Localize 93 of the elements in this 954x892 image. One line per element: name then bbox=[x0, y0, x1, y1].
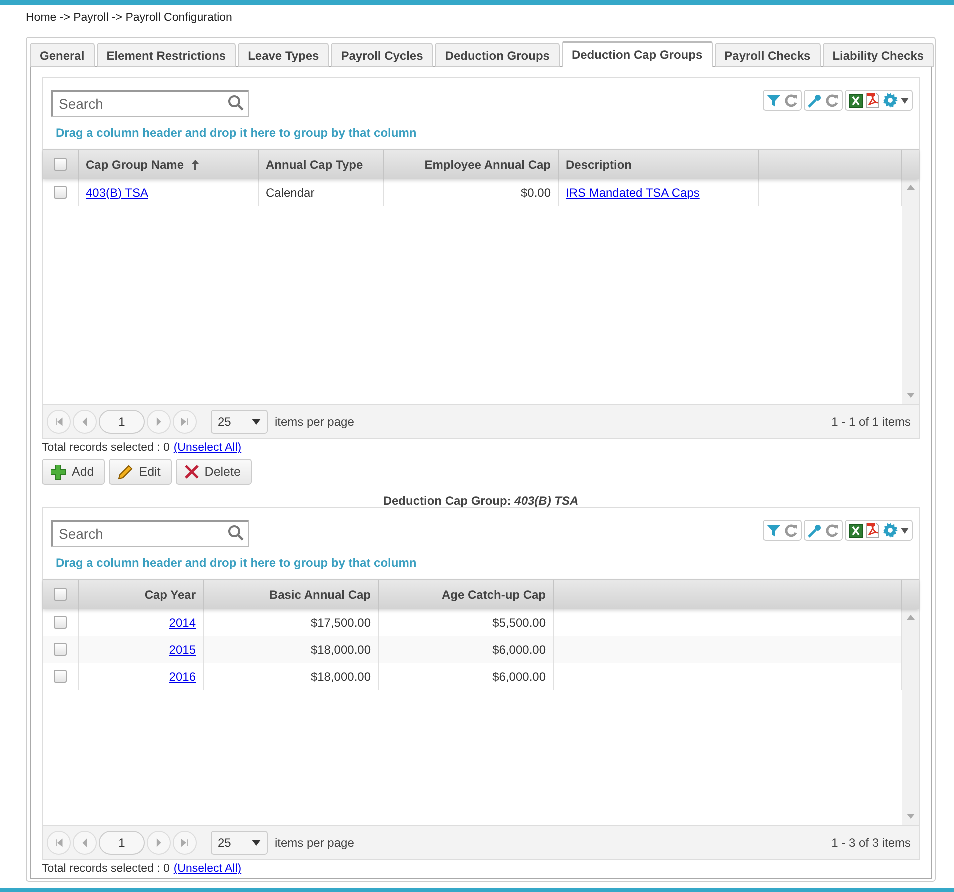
caret-icon[interactable] bbox=[901, 98, 909, 104]
page-size-dropdown[interactable]: 25 bbox=[211, 830, 268, 854]
spreadsheet-icon[interactable] bbox=[849, 94, 863, 108]
table-cell: $18,000.00 bbox=[310, 642, 371, 656]
last-page-button[interactable] bbox=[173, 410, 197, 434]
select-all-checkbox[interactable] bbox=[54, 588, 67, 601]
pdf-icon[interactable] bbox=[866, 93, 880, 108]
table-link[interactable]: IRS Mandated TSA Caps bbox=[566, 186, 700, 200]
refresh-icon[interactable] bbox=[784, 94, 798, 108]
scrollbar[interactable] bbox=[902, 609, 919, 825]
add-button[interactable]: Add bbox=[42, 459, 106, 485]
page-number-field[interactable]: 1 bbox=[99, 410, 145, 434]
cross-icon bbox=[184, 465, 199, 479]
table-link[interactable]: 2015 bbox=[169, 642, 196, 656]
last-page-icon bbox=[180, 836, 190, 848]
per-page-label: items per page bbox=[275, 414, 354, 428]
next-page-button[interactable] bbox=[147, 830, 171, 854]
delete-button[interactable]: Delete bbox=[176, 459, 252, 485]
select-all-checkbox[interactable] bbox=[54, 158, 67, 171]
table-link[interactable]: 403(B) TSA bbox=[86, 186, 148, 200]
unselect-all-link[interactable]: (Unselect All) bbox=[174, 863, 242, 880]
table-cell: $6,000.00 bbox=[492, 642, 546, 656]
search-icon bbox=[228, 525, 244, 541]
table-cell: $17,500.00 bbox=[310, 616, 371, 630]
group-hint: Drag a column header and drop it here to group by that column bbox=[55, 125, 418, 142]
tab[interactable]: Element Restrictions bbox=[96, 43, 236, 67]
group-hint: Drag a column header and drop it here to group by that column bbox=[55, 555, 418, 572]
tab[interactable]: Deduction Cap Groups bbox=[562, 41, 713, 67]
unselect-all-link[interactable]: (Unselect All) bbox=[174, 442, 242, 459]
refresh-icon[interactable] bbox=[825, 94, 839, 108]
tab[interactable]: Deduction Groups bbox=[435, 43, 560, 67]
table-link[interactable]: 2014 bbox=[169, 616, 196, 630]
table-cell: $6,000.00 bbox=[492, 670, 546, 684]
first-page-button[interactable] bbox=[47, 830, 71, 854]
refresh-icon[interactable] bbox=[784, 524, 798, 538]
previous-page-icon bbox=[80, 416, 90, 428]
table-cell: Calendar bbox=[266, 186, 315, 200]
tab[interactable]: Leave Types bbox=[238, 43, 330, 67]
table-cell: $5,500.00 bbox=[492, 616, 546, 630]
previous-page-button[interactable] bbox=[73, 830, 97, 854]
pencil-icon bbox=[118, 464, 134, 480]
tab[interactable]: Payroll Checks bbox=[714, 43, 821, 67]
scroll-up-icon[interactable] bbox=[906, 615, 914, 620]
pager-summary: 1 - 1 of 1 items bbox=[832, 414, 911, 428]
table-cell: $18,000.00 bbox=[310, 670, 371, 684]
previous-page-icon bbox=[80, 836, 90, 848]
filter-icon[interactable] bbox=[767, 94, 781, 108]
caret-icon bbox=[252, 418, 261, 424]
page-number-field[interactable]: 1 bbox=[99, 830, 145, 854]
spreadsheet-icon[interactable] bbox=[849, 524, 863, 538]
breadcrumb: Home -> Payroll -> Payroll Configuration bbox=[25, 11, 234, 26]
wrench-icon[interactable] bbox=[808, 524, 822, 538]
tab[interactable]: Payroll Cycles bbox=[331, 43, 434, 67]
scrollbar[interactable] bbox=[902, 179, 919, 404]
scroll-down-icon[interactable] bbox=[906, 814, 914, 819]
first-page-button[interactable] bbox=[47, 410, 71, 434]
wrench-icon[interactable] bbox=[808, 94, 822, 108]
first-page-icon bbox=[54, 416, 64, 428]
row-checkbox[interactable] bbox=[54, 643, 67, 656]
per-page-label: items per page bbox=[275, 836, 354, 850]
next-page-icon bbox=[154, 416, 164, 428]
first-page-icon bbox=[54, 836, 64, 848]
page-size-dropdown[interactable]: 25 bbox=[211, 410, 268, 434]
previous-page-button[interactable] bbox=[73, 410, 97, 434]
selection-count: Total records selected : 0 bbox=[42, 442, 170, 456]
tab[interactable]: General bbox=[30, 43, 95, 67]
refresh-icon[interactable] bbox=[825, 524, 839, 538]
settings-icon[interactable] bbox=[883, 523, 898, 538]
table-cell: $0.00 bbox=[520, 186, 551, 200]
tab[interactable]: Liability Checks bbox=[822, 43, 934, 67]
table-link[interactable]: 2016 bbox=[169, 670, 196, 684]
edit-button[interactable]: Edit bbox=[109, 459, 172, 485]
pdf-icon[interactable] bbox=[866, 523, 880, 538]
last-page-button[interactable] bbox=[173, 830, 197, 854]
row-checkbox[interactable] bbox=[54, 670, 67, 683]
settings-icon[interactable] bbox=[883, 93, 898, 108]
selection-count: Total records selected : 0 bbox=[42, 863, 170, 877]
next-page-icon bbox=[154, 836, 164, 848]
scroll-down-icon[interactable] bbox=[906, 393, 914, 398]
detail-title: Deduction Cap Group: 403(B) TSA bbox=[382, 493, 580, 507]
row-checkbox[interactable] bbox=[54, 186, 67, 199]
search-field[interactable]: Search bbox=[51, 90, 249, 117]
row-checkbox[interactable] bbox=[54, 616, 67, 629]
scroll-up-icon[interactable] bbox=[906, 185, 914, 190]
caret-icon bbox=[252, 840, 261, 846]
next-page-button[interactable] bbox=[147, 410, 171, 434]
search-icon bbox=[228, 95, 244, 111]
plus-icon bbox=[51, 464, 66, 480]
filter-icon[interactable] bbox=[767, 524, 781, 538]
last-page-icon bbox=[180, 416, 190, 428]
caret-icon[interactable] bbox=[901, 528, 909, 534]
search-field[interactable]: Search bbox=[51, 520, 249, 547]
pager-summary: 1 - 3 of 3 items bbox=[832, 836, 911, 850]
